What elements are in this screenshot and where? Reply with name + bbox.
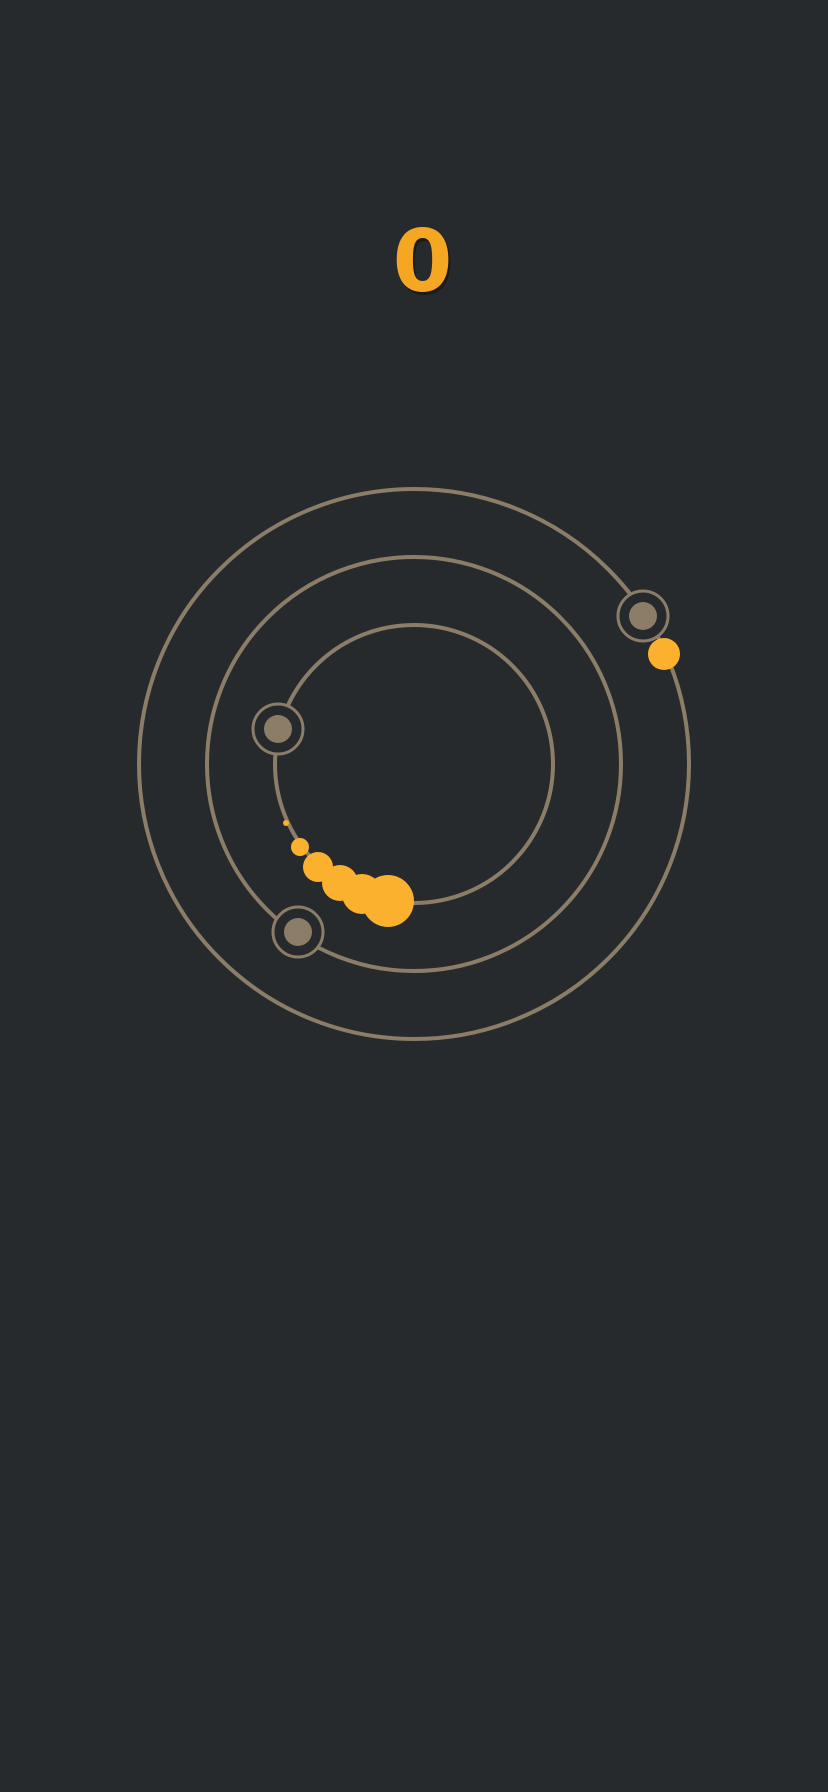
game-stage[interactable]: 0 <box>0 0 828 1792</box>
middle-orbit <box>205 555 623 973</box>
outer-orbit <box>137 487 691 1041</box>
planet-inner-ring <box>251 702 305 756</box>
planet-middle-ring <box>271 905 325 959</box>
orange-dot-icon <box>648 638 680 670</box>
planet-outer-ring <box>616 589 670 643</box>
orbit-board[interactable] <box>0 0 828 1792</box>
